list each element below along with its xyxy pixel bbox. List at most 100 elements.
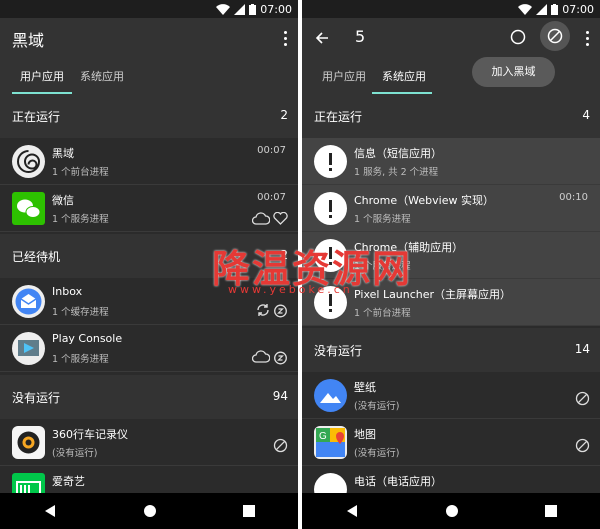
wechat-app-icon: [12, 192, 45, 225]
app-name: 电话（电话应用）: [354, 475, 442, 488]
section-stopped: 没有运行 94: [0, 375, 298, 419]
section-count: 2: [280, 108, 288, 122]
list-item[interactable]: 信息（短信应用） 1 服务, 共 2 个进程: [302, 138, 600, 185]
block-icon: [547, 28, 563, 44]
battery-icon: [551, 3, 559, 15]
status-bar: 07:00: [0, 0, 298, 18]
row-icons: [252, 350, 288, 365]
app-name: Chrome（Webview 实现）: [354, 194, 494, 207]
tab-bar: 用户应用 系统应用: [0, 60, 298, 94]
home-icon[interactable]: [445, 504, 459, 518]
app-status: (没有运行): [354, 448, 400, 459]
back-icon[interactable]: [345, 504, 359, 518]
row-icons: [575, 438, 590, 453]
sleep-clock-icon: [274, 304, 287, 318]
row-icons: [252, 212, 288, 225]
app-status: (没有运行): [52, 448, 98, 459]
app-name: 360行车记录仪: [52, 428, 128, 441]
recents-icon[interactable]: [545, 505, 557, 517]
section-running: 正在运行 4: [302, 94, 600, 138]
row-icons: [575, 391, 590, 406]
section-count: 94: [272, 389, 288, 403]
sync-icon: [257, 304, 269, 316]
app-time: 00:07: [257, 192, 286, 203]
maps-app-icon: G: [314, 426, 347, 459]
selected-check-icon: [314, 192, 347, 225]
app-name: Play Console: [52, 332, 123, 345]
wifi-icon: [216, 3, 231, 15]
app-name: 爱奇艺: [52, 475, 85, 488]
app-status: 1 个前台进程: [354, 308, 411, 319]
app-time: 00:07: [257, 145, 286, 156]
app-time: 00:10: [559, 192, 588, 203]
signal-icon: [234, 3, 246, 15]
status-bar: 07:00: [302, 0, 600, 18]
app-status: 1 个服务进程: [52, 354, 109, 365]
section-running: 正在运行 2: [0, 94, 298, 138]
recents-icon[interactable]: [243, 505, 255, 517]
tab-user-apps[interactable]: 用户应用: [322, 68, 366, 84]
section-count: 14: [574, 342, 590, 356]
row-icons: [256, 303, 288, 318]
block-button[interactable]: [540, 21, 570, 51]
clock: 07:00: [260, 2, 292, 16]
tab-user-apps[interactable]: 用户应用: [20, 68, 64, 84]
list-item[interactable]: 微信 1 个服务进程 00:07: [0, 185, 298, 232]
section-stopped: 没有运行 14: [302, 328, 600, 372]
row-icons: [273, 438, 288, 453]
app-name: 黑域: [52, 147, 74, 160]
wallpaper-app-icon: [314, 379, 347, 412]
more-options-icon[interactable]: [584, 28, 590, 48]
app-name: 壁纸: [354, 381, 376, 394]
heiyu-app-icon: [12, 145, 45, 178]
battery-icon: [249, 3, 257, 15]
block-icon: [575, 391, 590, 406]
list-item[interactable]: 360行车记录仪 (没有运行): [0, 419, 298, 466]
selected-check-icon: [314, 145, 347, 178]
inbox-app-icon: [12, 285, 45, 318]
list-item[interactable]: 黑域 1 个前台进程 00:07: [0, 138, 298, 185]
app-name: Inbox: [52, 285, 83, 298]
section-label: 没有运行: [12, 391, 61, 405]
app-bar: 黑域: [0, 18, 298, 60]
dashcam-app-icon: [12, 426, 45, 459]
selection-count: 5: [355, 27, 366, 46]
back-icon[interactable]: [43, 504, 57, 518]
navigation-bar: [302, 493, 600, 529]
list-item[interactable]: 壁纸 (没有运行): [302, 372, 600, 419]
svg-text:G: G: [319, 431, 327, 442]
block-icon: [273, 438, 288, 453]
clock: 07:00: [562, 2, 594, 16]
heart-icon: [273, 212, 288, 225]
tooltip: 加入黑域: [472, 57, 555, 87]
watermark-url: www.yeboke.cn: [228, 283, 353, 296]
signal-icon: [536, 3, 548, 15]
list-item[interactable]: Play Console 1 个服务进程: [0, 325, 298, 372]
section-label: 没有运行: [314, 344, 363, 358]
app-status: (没有运行): [354, 401, 400, 412]
app-name: 地图: [354, 428, 376, 441]
list-item[interactable]: Chrome（Webview 实现） 1 个服务进程 00:10: [302, 185, 600, 232]
app-status: 1 个缓存进程: [52, 307, 109, 318]
play-console-app-icon: [12, 332, 45, 365]
select-circle-icon[interactable]: [510, 29, 526, 45]
section-label: 已经待机: [12, 250, 61, 264]
section-label: 正在运行: [314, 110, 363, 124]
section-label: 正在运行: [12, 110, 61, 124]
more-options-icon[interactable]: [282, 28, 288, 48]
back-arrow-icon[interactable]: [315, 31, 329, 45]
app-status: 1 个服务进程: [52, 214, 109, 225]
app-status: 1 服务, 共 2 个进程: [354, 167, 439, 178]
cloud-icon: [252, 212, 270, 225]
list-item[interactable]: G 地图 (没有运行): [302, 419, 600, 466]
app-title: 黑域: [12, 31, 45, 50]
cloud-icon: [252, 350, 270, 363]
wifi-icon: [518, 3, 533, 15]
app-status: 1 个服务进程: [354, 214, 411, 225]
tab-system-apps[interactable]: 系统应用: [382, 68, 426, 84]
sleep-clock-icon: [274, 351, 287, 365]
tab-system-apps[interactable]: 系统应用: [80, 68, 124, 84]
app-name: 信息（短信应用）: [354, 147, 442, 160]
tab-bar: 用户应用 系统应用: [302, 60, 600, 94]
home-icon[interactable]: [143, 504, 157, 518]
